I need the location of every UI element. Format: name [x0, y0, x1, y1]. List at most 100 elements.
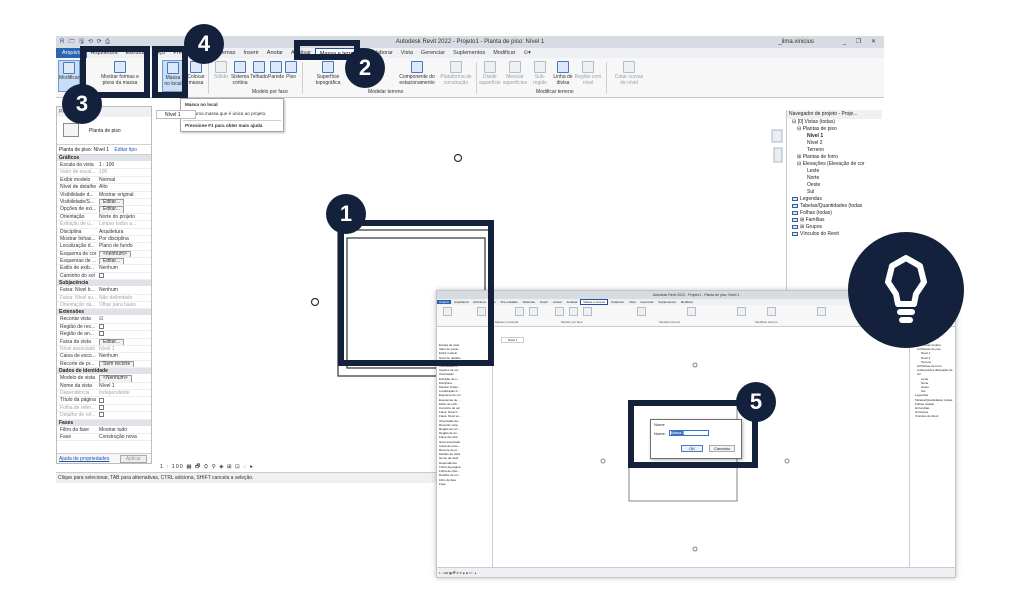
- property-line-button[interactable]: Linha de divisa: [552, 60, 574, 92]
- properties-filter-value[interactable]: Planta de piso: Nível 1: [59, 147, 109, 153]
- properties-section-header[interactable]: Gráficos: [57, 155, 151, 162]
- property-value[interactable]: Limpar todos a...: [97, 221, 151, 227]
- properties-section-header[interactable]: Subjacência: [57, 280, 151, 288]
- solid-button[interactable]: Sólido: [212, 60, 230, 92]
- browser-tree-item[interactable]: ⊟ Elevações (Elevação de cor: [787, 161, 882, 168]
- property-value[interactable]: [97, 397, 151, 403]
- view-tab[interactable]: Nível 1: [156, 110, 196, 119]
- property-checkbox[interactable]: [99, 323, 104, 329]
- property-value[interactable]: Não delimitado: [97, 295, 151, 301]
- building-pad-button[interactable]: Plataforma de construção: [438, 60, 474, 92]
- browser-tree-item[interactable]: Leste: [787, 168, 882, 175]
- property-value[interactable]: Normal: [97, 177, 151, 183]
- property-edit-button[interactable]: Editar...: [99, 206, 124, 213]
- property-value[interactable]: ☑: [97, 316, 151, 322]
- browser-tree-item[interactable]: ⊞ Grupos: [787, 224, 882, 231]
- view-cube-icon[interactable]: [771, 129, 783, 163]
- property-edit-button[interactable]: Editar...: [99, 198, 124, 206]
- tab-modify[interactable]: Modificar: [489, 48, 519, 58]
- property-value[interactable]: Independente: [97, 390, 151, 396]
- apply-button[interactable]: Aplicar: [119, 455, 147, 463]
- property-value[interactable]: Editar...: [97, 258, 151, 265]
- curtain-system-button[interactable]: Sistema cortina: [230, 60, 250, 92]
- property-value[interactable]: [97, 331, 151, 337]
- property-value[interactable]: Editar...: [97, 198, 151, 206]
- property-value[interactable]: Nível 1: [97, 346, 151, 352]
- browser-tree-item[interactable]: Legendas: [787, 196, 882, 203]
- label-contours-button[interactable]: Cotar curvas de nível: [612, 60, 646, 92]
- property-value[interactable]: Mostrar original: [97, 192, 151, 198]
- property-value[interactable]: Nenhum: [97, 353, 151, 359]
- properties-filter[interactable]: Planta de piso: Nível 1 Editar tipo: [57, 145, 151, 155]
- browser-tree-item[interactable]: Nível 1: [787, 133, 882, 140]
- view-control-bar[interactable]: 1 : 100 ▦ 🗗 ⛭ ⚲ ◈ ⊞ ⊡ ◌ ▸: [160, 462, 290, 472]
- property-value[interactable]: Nível 1: [97, 383, 151, 389]
- tab-options[interactable]: ⊙▾: [520, 48, 535, 58]
- place-mass-button[interactable]: Colocar massa: [186, 60, 206, 92]
- property-value[interactable]: Norte do projeto: [97, 214, 151, 220]
- tab-annotate[interactable]: Anotar: [263, 48, 287, 58]
- browser-tree-item[interactable]: Nível 2: [787, 140, 882, 147]
- roof-button[interactable]: Telhado: [250, 60, 268, 92]
- property-value[interactable]: [97, 404, 151, 411]
- property-value[interactable]: [97, 273, 151, 279]
- merge-surfaces-button[interactable]: Mesclar superfícies: [502, 60, 528, 92]
- browser-tree-item[interactable]: ⊞ Famílias: [787, 217, 882, 224]
- property-value[interactable]: Construção nova: [97, 434, 151, 440]
- property-value[interactable]: Nenhum: [97, 287, 151, 293]
- property-value[interactable]: Por disciplina: [97, 236, 151, 242]
- toposurface-button[interactable]: Superfície topográfica: [306, 60, 350, 92]
- property-checkbox[interactable]: [99, 412, 104, 418]
- browser-tree-item[interactable]: Terreno: [787, 147, 882, 154]
- property-value[interactable]: 100: [97, 169, 151, 175]
- window-controls[interactable]: _ ❐ ✕: [843, 36, 880, 48]
- tab-add-ins[interactable]: Suplementos: [449, 48, 489, 58]
- property-edit-button[interactable]: <nenhum>: [99, 250, 131, 258]
- tab-manage[interactable]: Gerenciar: [417, 48, 449, 58]
- subregion-button[interactable]: Sub-região: [528, 60, 552, 92]
- property-value[interactable]: Plano de fundo: [97, 243, 151, 249]
- tab-view[interactable]: Vista: [397, 48, 417, 58]
- tab-insert[interactable]: Inserir: [240, 48, 263, 58]
- elevation-marker-north[interactable]: [453, 153, 463, 163]
- split-surface-button[interactable]: Dividir superfície: [478, 60, 502, 92]
- property-value[interactable]: [97, 412, 151, 418]
- property-checkbox[interactable]: [99, 273, 104, 279]
- property-value[interactable]: Mostrar tudo: [97, 427, 151, 433]
- properties-section-header[interactable]: Fases: [57, 419, 151, 427]
- property-edit-button[interactable]: Editar...: [99, 258, 124, 265]
- edit-type-button[interactable]: Editar tipo: [114, 147, 137, 153]
- property-value[interactable]: [97, 323, 151, 330]
- elevation-marker-west[interactable]: [310, 297, 320, 307]
- properties-section-header[interactable]: Extensões: [57, 309, 151, 317]
- browser-tree-item[interactable]: ⊟ Plantas de piso: [787, 126, 882, 133]
- properties-section-header[interactable]: Dados de identidade: [57, 368, 151, 376]
- property-value[interactable]: Alto: [97, 184, 151, 190]
- browser-tree-item[interactable]: ⊟ [0] Vistas (todas): [787, 119, 882, 126]
- property-value[interactable]: <nenhum>: [97, 250, 151, 258]
- browser-tree-item[interactable]: Sul: [787, 189, 882, 196]
- floor-button[interactable]: Piso: [284, 60, 298, 92]
- property-checkbox[interactable]: [99, 404, 104, 410]
- property-value[interactable]: <Nenhum>: [97, 375, 151, 382]
- site-component-button[interactable]: Componente do estacionamento: [396, 60, 438, 92]
- wall-button[interactable]: Parede: [268, 60, 284, 92]
- property-value[interactable]: Editar...: [97, 206, 151, 213]
- property-edit-button[interactable]: Editar...: [99, 338, 124, 345]
- property-value[interactable]: Arquitetura: [97, 229, 151, 235]
- properties-help-link[interactable]: Ajuda de propriedades: [59, 456, 109, 462]
- property-checkbox[interactable]: [99, 397, 104, 403]
- property-value[interactable]: 1 : 100: [97, 162, 151, 168]
- property-value[interactable]: Sem recorte: [97, 360, 151, 368]
- browser-tree-item[interactable]: Folhas (todas): [787, 210, 882, 217]
- browser-tree-item[interactable]: Oeste: [787, 182, 882, 189]
- property-checkbox[interactable]: [99, 331, 104, 337]
- user-name[interactable]: _lima.vinicius: [778, 36, 814, 48]
- graded-region-button[interactable]: Região com nível: [574, 60, 602, 92]
- property-value[interactable]: Editar...: [97, 338, 151, 345]
- browser-tree-item[interactable]: Tabelas/Quantidades (todas: [787, 203, 882, 210]
- browser-tree-item[interactable]: Norte: [787, 175, 882, 182]
- property-value[interactable]: Nenhum: [97, 265, 151, 271]
- property-edit-button[interactable]: <Nenhum>: [99, 375, 132, 382]
- browser-tree-item[interactable]: ⊞ Plantas de forro: [787, 154, 882, 161]
